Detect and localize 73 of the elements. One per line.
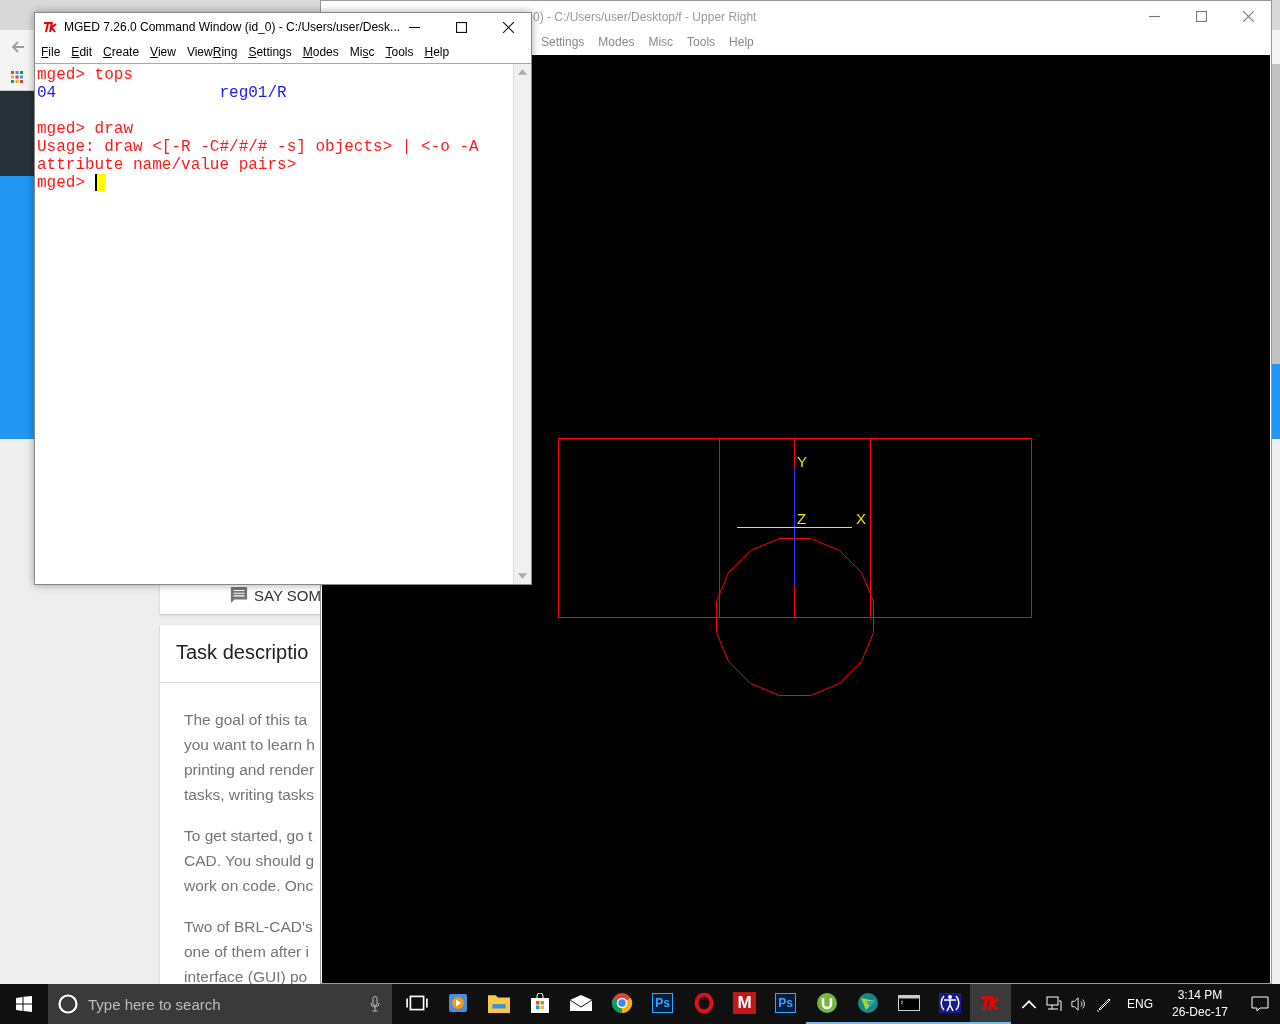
apps-grid-icon[interactable]: [11, 71, 23, 83]
windows-logo-icon: [16, 996, 32, 1012]
menu-item[interactable]: Help: [729, 35, 754, 49]
axis-label: X: [856, 510, 866, 527]
menu-item[interactable]: File: [41, 45, 61, 59]
comment-button[interactable]: SAY SOM: [230, 586, 321, 604]
taskbar-app-button[interactable]: M: [724, 984, 765, 1024]
torrent-logo-icon: [815, 993, 838, 1013]
app-logo-icon: Ps: [775, 993, 796, 1013]
axis-label: Z: [797, 510, 807, 527]
folder-icon: [487, 993, 510, 1013]
prompt-text: mged>: [37, 174, 85, 192]
menu-item[interactable]: Misc: [349, 45, 375, 59]
language-indicator[interactable]: ENG: [1127, 997, 1153, 1011]
menu-item[interactable]: Tools: [385, 45, 414, 59]
taskbar-app-button[interactable]: Ps: [765, 984, 806, 1024]
paragraph-line: interface (GUI) po: [184, 967, 309, 987]
taskbar-app-button[interactable]: Ps: [642, 984, 683, 1024]
app-logo-icon: Ps: [652, 993, 673, 1013]
clock-date[interactable]: 26-Dec-17: [1172, 1004, 1229, 1021]
app-logo-icon: M: [733, 992, 756, 1014]
console-line: attribute name/value pairs>: [37, 156, 297, 174]
console-line: Usage: draw <[-R -C#/#/# -s] objects> | <-o -A: [37, 138, 479, 156]
accessibility-icon: [938, 993, 961, 1013]
menu-item[interactable]: Tools: [687, 35, 716, 49]
paragraph-line: work on code. Onc: [184, 876, 315, 896]
envelope-icon: [569, 993, 592, 1013]
menu-item[interactable]: Misc: [648, 35, 674, 49]
menu-item[interactable]: Modes: [302, 45, 339, 59]
speaker-icon[interactable]: [1071, 996, 1087, 1012]
search-bar[interactable]: Type here to search: [48, 984, 392, 1024]
axis-label: Y: [797, 453, 807, 470]
menu-item[interactable]: Edit: [71, 45, 93, 59]
window-title: MGED 7.26.0 Command Window (id_0) - C:/Users/user/Desk...: [64, 20, 402, 34]
paragraph-line: The goal of this ta: [184, 710, 309, 730]
console-output[interactable]: mged> tops 04 reg01/R mged> draw Usage: draw <[-R -C#/#/# -s] objects> | <-o -A attribute name/value pairs> mged>: [35, 64, 513, 584]
menu-item[interactable]: Modes: [598, 35, 635, 49]
clock-time[interactable]: 3:14 PM: [1177, 987, 1223, 1004]
text-cursor: [95, 174, 106, 191]
paragraph-line: printing and render: [184, 760, 316, 780]
paragraph-line: you want to learn h: [184, 735, 316, 755]
browser-logo-icon: [610, 993, 633, 1013]
menu-item[interactable]: Settings: [541, 35, 585, 49]
menu-item[interactable]: ViewRing: [186, 45, 238, 59]
paragraph-line: Two of BRL-CAD's: [184, 917, 314, 937]
tk-logo-icon: [43, 21, 59, 33]
menu-item[interactable]: Help: [424, 45, 450, 59]
circle-icon: [58, 994, 78, 1014]
menu-item[interactable]: View: [150, 45, 176, 59]
menu-item[interactable]: Settings: [248, 45, 292, 59]
search-field[interactable]: Type here to search: [88, 995, 360, 1013]
comment-icon: [230, 586, 248, 604]
close-icon[interactable]: [503, 21, 514, 33]
task-view-icon: [405, 993, 428, 1013]
pen-icon[interactable]: [1096, 996, 1112, 1012]
window-title: 0) - C:/Users/user/Desktop/f - Upper Right: [533, 9, 758, 24]
maximize-icon[interactable]: [456, 21, 467, 33]
ring-logo-icon: [692, 993, 715, 1013]
console-line: mged> draw: [37, 120, 133, 138]
paragraph-line: one of them after i: [184, 942, 310, 962]
notification-icon[interactable]: [1251, 996, 1270, 1012]
paragraph-line: CAD. You should g: [184, 851, 316, 871]
network-icon[interactable]: [1046, 996, 1062, 1012]
play-icon: [446, 993, 469, 1013]
microphone-icon[interactable]: [370, 996, 380, 1012]
console-line: mged> tops: [37, 66, 133, 84]
menu-item[interactable]: Create: [103, 45, 140, 59]
paragraph-line: To get started, go t: [184, 826, 314, 846]
console-line: 04 reg01/R: [37, 84, 287, 102]
paragraph-line: tasks, writing tasks: [184, 785, 316, 805]
globe-logo-icon: [856, 993, 879, 1013]
terminal-icon: [897, 993, 920, 1013]
shopping-bag-icon: [528, 993, 551, 1013]
